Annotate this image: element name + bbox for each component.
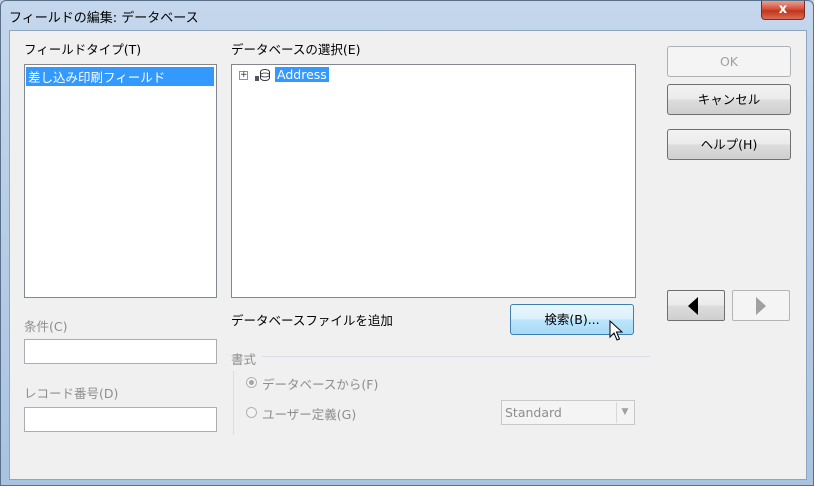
format-vertical-line — [233, 371, 234, 435]
database-select-label: データベースの選択(E) — [231, 42, 361, 57]
arrow-left-icon — [688, 297, 698, 315]
field-type-label: フィールドタイプ(T) — [24, 42, 142, 57]
format-combobox-value: Standard — [505, 405, 562, 420]
database-tree[interactable]: + Address — [231, 64, 636, 298]
previous-button[interactable] — [667, 290, 725, 321]
format-separator — [262, 356, 650, 357]
help-button[interactable]: ヘルプ(H) — [667, 129, 791, 160]
record-number-label: レコード番号(D) — [24, 386, 119, 401]
radio-from-database-label[interactable]: データベースから(F) — [262, 374, 378, 393]
close-icon: x — [778, 2, 788, 17]
mouse-cursor-icon — [609, 320, 623, 341]
radio-user-defined-label[interactable]: ユーザー定義(G) — [262, 404, 356, 423]
field-type-listbox[interactable]: 差し込み印刷フィールド — [24, 64, 217, 298]
title-bar[interactable]: フィールドの編集: データベース x — [1, 1, 813, 29]
radio-from-database[interactable] — [246, 377, 257, 388]
format-group-label: 書式 — [231, 352, 257, 367]
condition-input[interactable] — [24, 339, 217, 364]
window-title: フィールドの編集: データベース — [9, 11, 199, 26]
cancel-button[interactable]: キャンセル — [667, 84, 791, 115]
format-combobox[interactable]: Standard ▼ — [501, 400, 635, 425]
arrow-right-icon — [756, 297, 766, 315]
database-icon — [255, 69, 270, 81]
dialog-window: フィールドの編集: データベース x フィールドタイプ(T) 差し込み印刷フィー… — [0, 0, 814, 486]
ok-button[interactable]: OK — [667, 46, 791, 77]
close-button[interactable]: x — [761, 1, 805, 20]
radio-user-defined[interactable] — [246, 407, 257, 418]
next-button[interactable] — [732, 290, 790, 321]
tree-expand-icon[interactable]: + — [239, 71, 248, 80]
tree-item-address[interactable]: Address — [275, 67, 329, 82]
chevron-down-icon[interactable]: ▼ — [616, 402, 633, 423]
field-type-item-mailmerge[interactable]: 差し込み印刷フィールド — [26, 67, 214, 86]
record-number-input[interactable] — [24, 407, 217, 432]
add-database-file-label: データベースファイルを追加 — [231, 313, 393, 328]
condition-label: 条件(C) — [24, 319, 68, 334]
dialog-client-area: フィールドタイプ(T) 差し込み印刷フィールド データベースの選択(E) + A… — [9, 30, 807, 480]
